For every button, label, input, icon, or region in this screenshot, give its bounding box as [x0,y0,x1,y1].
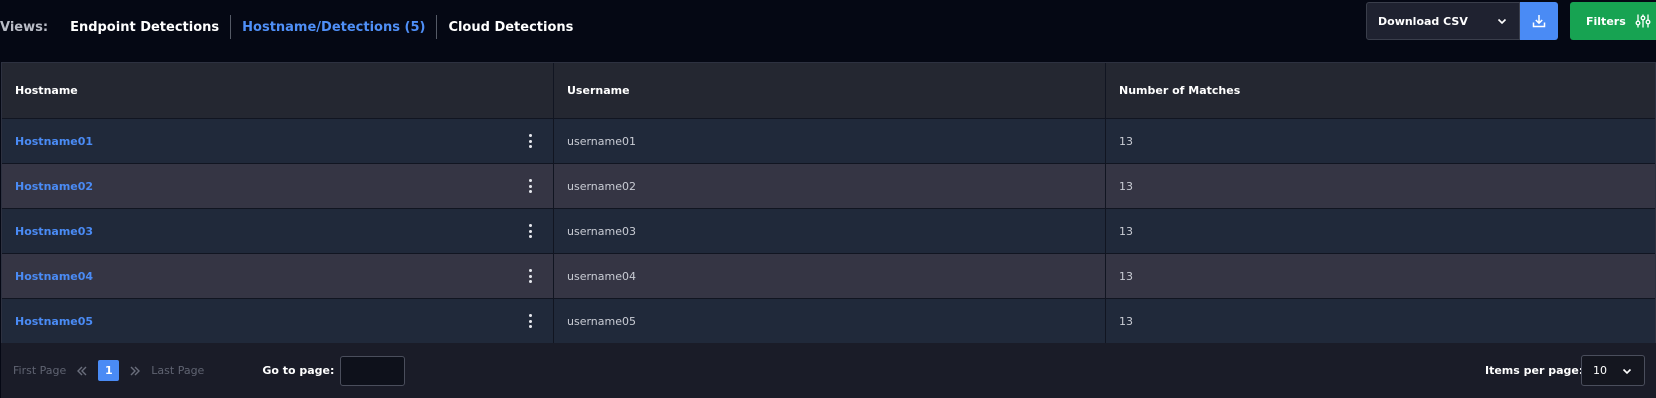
column-header-username[interactable]: Username [554,63,1106,118]
username-text: username03 [567,224,636,238]
table-row: Hostname02 username02 13 [2,164,1655,209]
hostname-cell: Hostname03 [2,209,554,253]
items-per-page-select[interactable]: 10 [1581,355,1645,386]
top-bar: Views: Endpoint Detections Hostname/Dete… [0,0,1656,56]
matches-cell: 13 [1106,209,1655,253]
sliders-icon [1635,14,1651,28]
tab-hostname-detections[interactable]: Hostname/Detections (5) [231,20,436,35]
username-cell: username02 [554,164,1106,208]
first-page-link[interactable]: First Page [13,364,66,377]
username-cell: username03 [554,209,1106,253]
table-row: Hostname01 username01 13 [2,119,1655,164]
column-header-hostname[interactable]: Hostname [2,63,554,118]
items-per-page-label: Items per page: [1485,364,1584,377]
column-header-matches[interactable]: Number of Matches [1106,63,1655,118]
matches-text: 13 [1119,269,1133,283]
tab-cloud-detections[interactable]: Cloud Detections [437,20,584,35]
chevron-down-icon [1497,18,1507,25]
chevron-down-icon [1622,368,1632,374]
username-cell: username01 [554,119,1106,163]
matches-text: 13 [1119,314,1133,328]
items-per-page-value: 10 [1593,364,1607,377]
matches-cell: 13 [1106,299,1655,343]
matches-text: 13 [1119,224,1133,238]
double-chevron-right-icon[interactable] [128,364,142,378]
page-number-current[interactable]: 1 [98,360,120,381]
download-csv-button[interactable] [1520,2,1558,40]
hostname-link[interactable]: Hostname05 [15,315,93,328]
table-row: Hostname04 username04 13 [2,254,1655,299]
kebab-menu-icon[interactable] [525,177,535,195]
username-text: username04 [567,269,636,283]
goto-page-label: Go to page: [262,364,335,377]
hostname-link[interactable]: Hostname04 [15,270,93,283]
download-csv-select[interactable]: Download CSV [1366,2,1520,40]
matches-text: 13 [1119,179,1133,193]
username-cell: username04 [554,254,1106,298]
kebab-menu-icon[interactable] [525,267,535,285]
hostname-cell: Hostname01 [2,119,554,163]
table-header: Hostname Username Number of Matches [2,63,1655,119]
matches-cell: 13 [1106,164,1655,208]
goto-page-input[interactable] [340,355,406,386]
filters-label: Filters [1586,14,1626,28]
views-switcher: Views: Endpoint Detections Hostname/Dete… [0,15,584,39]
username-text: username05 [567,314,636,328]
views-label: Views: [0,19,49,35]
hostname-link[interactable]: Hostname03 [15,225,93,238]
hostname-link[interactable]: Hostname01 [15,135,93,148]
matches-cell: 13 [1106,119,1655,163]
tab-endpoint-detections[interactable]: Endpoint Detections [59,20,230,35]
matches-cell: 13 [1106,254,1655,298]
username-text: username02 [567,179,636,193]
last-page-link[interactable]: Last Page [151,364,204,377]
filters-button[interactable]: Filters [1570,2,1656,40]
pagination-bar: First Page 1 Last Page Go to page: Items… [1,343,1656,398]
download-icon [1532,15,1546,28]
hostname-link[interactable]: Hostname02 [15,180,93,193]
download-csv-label: Download CSV [1378,14,1468,28]
hostname-cell: Hostname05 [2,299,554,343]
kebab-menu-icon[interactable] [525,132,535,150]
kebab-menu-icon[interactable] [525,222,535,240]
hostname-cell: Hostname04 [2,254,554,298]
hostname-cell: Hostname02 [2,164,554,208]
username-text: username01 [567,134,636,148]
matches-text: 13 [1119,134,1133,148]
double-chevron-left-icon[interactable] [75,364,89,378]
kebab-menu-icon[interactable] [525,312,535,330]
table-row: Hostname03 username03 13 [2,209,1655,254]
table-row: Hostname05 username05 13 [2,299,1655,344]
username-cell: username05 [554,299,1106,343]
